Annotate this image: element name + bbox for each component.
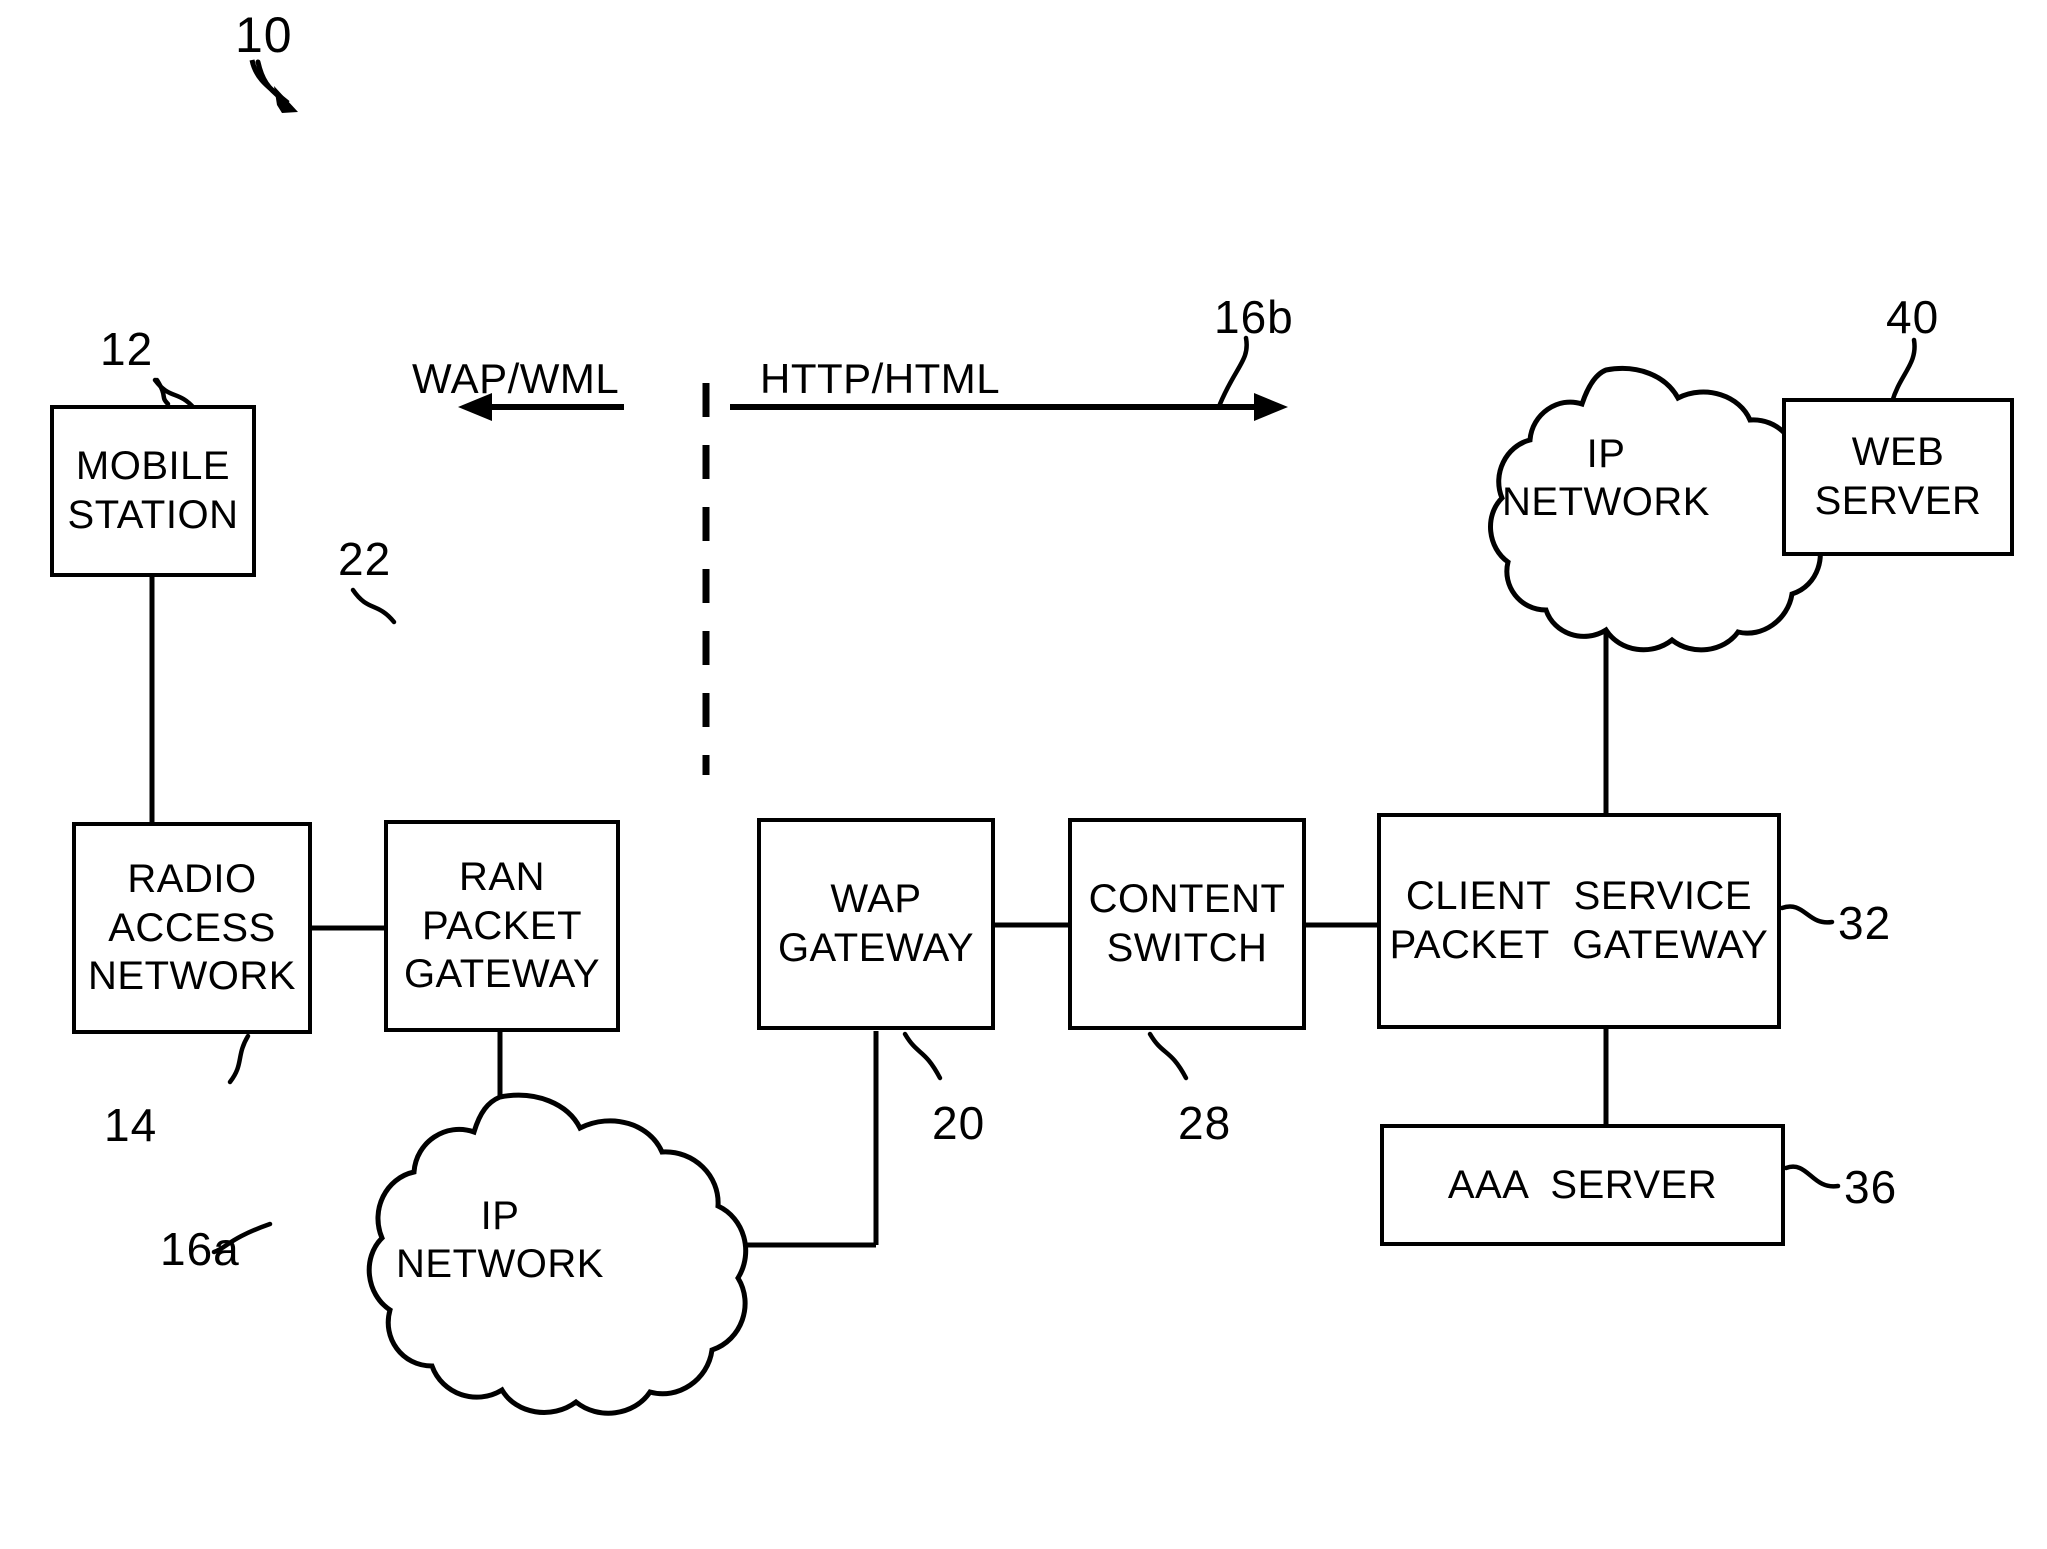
node-wap-gateway[interactable]: WAP GATEWAY <box>757 818 995 1030</box>
node-web-server-line-2: SERVER <box>1814 479 1982 523</box>
node-wap-gateway-line-2: GATEWAY <box>777 926 975 970</box>
ref-14-leader <box>227 1033 251 1085</box>
flow-label-wap-wml: WAP/WML <box>412 355 620 402</box>
node-ran-packet-gateway-line-3: GATEWAY <box>403 952 601 997</box>
flow-label-http-html: HTTP/HTML <box>760 355 1001 402</box>
ref-number-web-server: 40 <box>1886 291 1940 343</box>
ref-12-leader <box>152 377 197 411</box>
node-ran-packet-gateway[interactable]: RAN PACKET GATEWAY <box>384 820 620 1032</box>
node-web-server-line-1: WEB <box>1851 430 1945 475</box>
ref-number-ip-network-b: 16b <box>1214 291 1294 343</box>
ref-number-aaa-server: 36 <box>1844 1161 1898 1213</box>
diagram-line-art <box>149 59 1917 1416</box>
ref-20-leader <box>902 1031 943 1081</box>
node-client-service-packet-gateway-line-2: PACKET GATEWAY <box>1389 923 1769 967</box>
ref-40-leader <box>1889 337 1917 405</box>
node-ran-packet-gateway-line-2: PACKET <box>421 903 583 948</box>
node-content-switch[interactable]: CONTENT SWITCH <box>1068 818 1306 1030</box>
node-wap-gateway-line-1: WAP <box>830 877 922 922</box>
ref-number-ip-network-a: 16a <box>160 1223 240 1275</box>
node-radio-access-network-line-3: NETWORK <box>88 954 296 999</box>
node-ran-packet-gateway-line-1: RAN <box>459 854 545 899</box>
node-radio-access-network-line-1: RADIO <box>127 856 257 901</box>
ref-32-leader <box>1779 904 1835 925</box>
node-mobile-station[interactable]: MOBILE STATION <box>50 405 256 577</box>
ip-network-a-cloud-shape <box>366 1092 749 1416</box>
node-web-server[interactable]: WEB SERVER <box>1782 398 2014 556</box>
node-radio-access-network-line-2: ACCESS <box>108 905 276 950</box>
node-radio-access-network[interactable]: RADIO ACCESS NETWORK <box>72 822 312 1034</box>
ref-22-leader <box>350 587 397 625</box>
node-client-service-packet-gateway[interactable]: CLIENT SERVICE PACKET GATEWAY <box>1377 813 1781 1029</box>
node-content-switch-line-2: SWITCH <box>1106 926 1268 970</box>
node-mobile-station-line-2: STATION <box>67 493 239 537</box>
ref-number-figure: 10 <box>235 7 293 63</box>
ref-number-client-service-packet-gateway: 32 <box>1838 897 1892 949</box>
ref-number-content-switch: 28 <box>1178 1097 1232 1149</box>
node-aaa-server-line-1: AAA SERVER <box>1447 1162 1718 1207</box>
node-aaa-server[interactable]: AAA SERVER <box>1380 1124 1785 1246</box>
node-client-service-packet-gateway-line-1: CLIENT SERVICE <box>1405 874 1753 919</box>
ref-number-radio-access-network: 14 <box>104 1099 158 1151</box>
node-content-switch-line-1: CONTENT <box>1088 877 1286 922</box>
ref-number-ran-packet-gateway: 22 <box>338 533 392 585</box>
ref-36-leader <box>1783 1164 1841 1189</box>
ip-network-b-cloud-shape <box>1488 365 1824 653</box>
ref-number-mobile-station: 12 <box>100 323 154 375</box>
ref-28-leader <box>1147 1031 1189 1081</box>
patent-figure-canvas: MOBILE STATION RADIO ACCESS NETWORK RAN … <box>0 0 2047 1549</box>
ref-16b-leader <box>1217 335 1249 407</box>
node-mobile-station-line-1: MOBILE <box>75 444 231 489</box>
ref-number-wap-gateway: 20 <box>932 1097 986 1149</box>
